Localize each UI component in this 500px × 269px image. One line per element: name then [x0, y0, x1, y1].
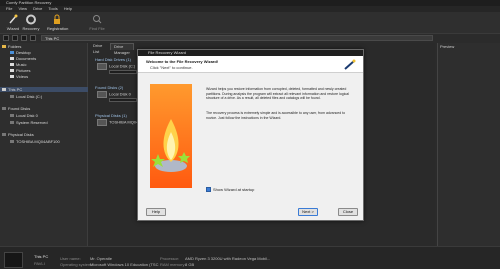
drive-icon: [10, 95, 14, 99]
music-icon: [10, 63, 14, 67]
tree-item-videos[interactable]: Videos: [10, 74, 28, 79]
checkbox-icon: [206, 187, 211, 193]
user-label: User name:: [60, 256, 81, 261]
desktop-icon: [10, 51, 14, 55]
drive-local-disk-c[interactable]: Local Disk (C:): [97, 63, 135, 70]
show-wizard-checkbox[interactable]: Show Wizard at startup: [206, 187, 254, 193]
drive-toshiba[interactable]: TOSHIBA MQ04...: [97, 119, 142, 126]
computer-icon: [4, 252, 23, 268]
drive-icon: [97, 63, 107, 70]
fire-disk-icon: [151, 119, 190, 172]
drive-icon: [10, 121, 14, 125]
lock-icon: [52, 14, 62, 25]
pc-sub: PAVLI: [34, 261, 45, 266]
wizard-paragraph-2: The recovery process is extremely simple…: [206, 111, 346, 120]
drive-icon: [10, 114, 14, 118]
computer-icon: [2, 88, 6, 92]
wand-icon: [8, 14, 18, 25]
group-hard-disk-drives: Hard Disk Drives (1): [95, 57, 132, 62]
tree-local-disk-0[interactable]: Local Disk 0: [10, 113, 38, 118]
back-button[interactable]: [3, 35, 9, 41]
magnifier-icon: [92, 14, 102, 25]
file-recovery-wizard-dialog: File Recovery Wizard Welcome to the File…: [137, 49, 364, 221]
tree-system-reserved[interactable]: System Reserved: [10, 120, 48, 125]
preview-title: Preview: [440, 44, 455, 49]
tab-drive-list[interactable]: Drive List: [90, 43, 105, 54]
tree-local-disk-c[interactable]: Local Disk (C:): [10, 94, 42, 99]
hard-disk-icon: [97, 119, 107, 126]
help-button[interactable]: Help: [146, 208, 166, 216]
recovery-button[interactable]: Recovery: [21, 14, 41, 31]
os-value: Microsoft Windows 10 Education (TSC: [90, 262, 159, 267]
picture-icon: [10, 69, 14, 73]
tree-toshiba[interactable]: TOSHIBA MQ04ABF100: [10, 139, 60, 144]
hard-disk-icon: [10, 140, 14, 144]
folder-icon: [2, 45, 6, 49]
hard-disk-icon: [2, 133, 6, 137]
processor-value: AMD Ryzen 3 3200U with Radeon Vega Mobil…: [185, 256, 271, 261]
ram-value: 8 GB: [185, 262, 195, 267]
tree-folders[interactable]: Folders: [2, 44, 21, 49]
ram-label: RAM memory:: [160, 262, 186, 267]
os-label: Operating system:: [60, 262, 93, 267]
tree-item-desktop[interactable]: Desktop: [10, 50, 31, 55]
user-value: Mr. Operatle: [90, 256, 113, 261]
tree-this-pc[interactable]: This PC: [0, 87, 88, 92]
group-physical-disks: Physical Disks (1): [95, 113, 127, 118]
wizard-illustration: [150, 84, 192, 188]
address-bar[interactable]: This PC: [41, 35, 433, 41]
drive-icon: [2, 107, 6, 111]
drive-usage-bar: [109, 98, 137, 102]
up-button[interactable]: [21, 35, 27, 41]
forward-button[interactable]: [12, 35, 18, 41]
drive-usage-bar: [109, 70, 137, 74]
tree-physical-disks[interactable]: Physical Disks: [2, 132, 34, 137]
processor-label: Processor:: [160, 256, 180, 261]
wizard-subheading: Click "Next" to continue.: [150, 65, 193, 70]
wizard-heading: Welcome to the File Recovery Wizard!: [146, 59, 219, 64]
document-icon: [10, 57, 14, 61]
drive-icon: [97, 91, 107, 98]
registration-button[interactable]: Registration: [47, 14, 68, 31]
tree-item-music[interactable]: Music: [10, 62, 26, 67]
status-bar: This PC PAVLI User name: Mr. Operatle Op…: [0, 246, 500, 269]
preview-panel: [437, 43, 500, 246]
close-button[interactable]: Close: [338, 208, 358, 216]
tree-item-documents[interactable]: Documents: [10, 56, 36, 61]
video-icon: [10, 75, 14, 79]
wizard-button[interactable]: Wizard: [3, 14, 23, 31]
lifebuoy-icon: [26, 14, 36, 25]
pc-name: This PC: [34, 254, 49, 259]
drive-local-disk-0[interactable]: Local Disk 0: [97, 91, 131, 98]
find-file-button[interactable]: Find File: [87, 14, 107, 31]
next-button[interactable]: Next >: [298, 208, 318, 216]
ribbon-toolbar: Wizard Recovery Registration Find File: [0, 12, 500, 34]
tree-item-pictures[interactable]: Pictures: [10, 68, 30, 73]
tree-found-disks[interactable]: Found Disks: [2, 106, 30, 111]
wizard-paragraph-1: Wizard helps you restore information fro…: [206, 87, 349, 100]
group-found-disks: Found Disks (2): [95, 85, 124, 90]
folder-tree: Folders Desktop Documents Music Pictures…: [0, 43, 88, 246]
view-button[interactable]: [30, 35, 36, 41]
tab-drive-manager[interactable]: Drive Manager: [110, 43, 134, 55]
